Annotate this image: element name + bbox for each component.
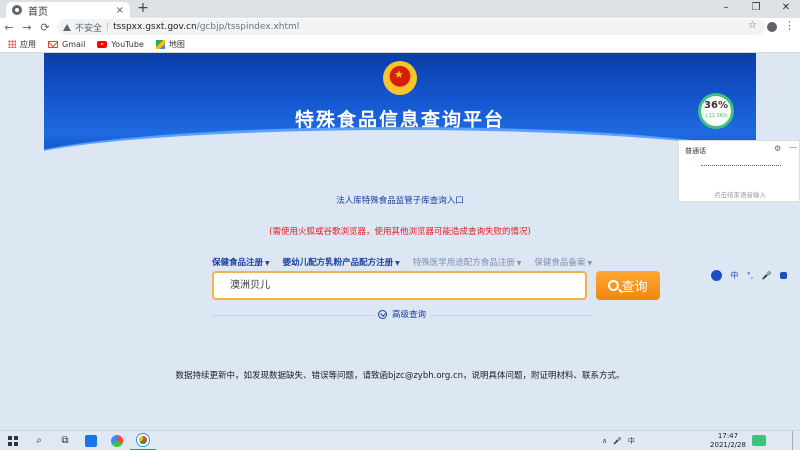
start-button[interactable] xyxy=(0,431,26,450)
chevron-down-icon xyxy=(378,309,387,319)
tray-expand-icon[interactable]: ∧ xyxy=(602,437,607,445)
header-banner: 特殊食品信息查询平台 Special Food Information Quer… xyxy=(44,53,756,167)
tab-label: 保健食品注册 xyxy=(212,258,264,268)
ime-grid-icon[interactable] xyxy=(779,271,787,279)
profile-icon[interactable] xyxy=(767,22,777,32)
ime-toolbar: 中 °, 🎤 xyxy=(711,268,787,282)
url-host: tsspxx.gsxt.gov.cn xyxy=(113,22,197,32)
chrome-icon xyxy=(137,433,149,446)
caret-down-icon: ▼ xyxy=(587,260,593,267)
apps-icon xyxy=(8,40,16,48)
browser-toolbar: ← → ⟳ 不安全 | tsspxx.gsxt.gov.cn /gcbjp/ts… xyxy=(0,18,800,36)
search-icon xyxy=(608,280,620,291)
windows-logo-icon xyxy=(8,435,18,446)
bookmark-maps[interactable]: 地图 xyxy=(155,39,185,50)
caret-down-icon: ▼ xyxy=(395,260,400,267)
browser-tab[interactable]: 首页 × xyxy=(6,2,130,18)
app-icon xyxy=(85,434,97,447)
search-button[interactable]: 查询 xyxy=(596,271,660,300)
address-separator: | xyxy=(106,22,110,32)
search-button-label: 查询 xyxy=(621,280,648,295)
forward-button[interactable]: → xyxy=(18,21,36,34)
browser-requirement-note: (需使用火狐或谷歌浏览器，使用其他浏览器可能造成查询失败的情况) xyxy=(269,227,531,237)
app-icon xyxy=(111,434,123,447)
maximize-window-button[interactable]: ❐ xyxy=(746,2,766,13)
clock-date: 2021/2/28 xyxy=(710,441,746,449)
close-window-button[interactable]: ✕ xyxy=(776,2,796,13)
tab-health-food-filing[interactable]: 保健食品备案 ▼ xyxy=(534,256,592,268)
bookmark-star-icon[interactable]: ☆ xyxy=(748,20,757,31)
bookmark-gmail[interactable]: Gmail xyxy=(48,40,85,49)
bookmark-label: 地图 xyxy=(168,39,185,49)
gmail-icon xyxy=(48,40,58,48)
maps-icon xyxy=(155,39,165,49)
system-tray: ∧ 🎤 中 xyxy=(602,431,641,450)
gear-icon[interactable]: ⚙ xyxy=(774,144,781,153)
query-category-tabs: 保健食品注册 ▼ 婴幼儿配方乳粉产品配方注册 ▼ 特殊医学用途配方食品注册 ▼ 保健食… xyxy=(212,256,605,268)
clock-time: 17:47 xyxy=(717,432,739,440)
tab-label: 特殊医学用途配方食品注册 xyxy=(412,258,515,268)
ime-punctuation[interactable]: °, xyxy=(747,271,754,280)
national-emblem-icon xyxy=(383,61,417,95)
minimize-window-button[interactable]: – xyxy=(716,2,736,13)
advanced-search-toggle[interactable]: 高级查询 xyxy=(374,308,431,320)
caret-down-icon: ▼ xyxy=(265,260,270,267)
bookmark-apps[interactable]: 应用 xyxy=(8,39,36,50)
address-bar[interactable]: 不安全 | tsspxx.gsxt.gov.cn /gcbjp/tsspinde… xyxy=(57,19,765,35)
warning-icon xyxy=(63,23,71,31)
bookmark-label: 应用 xyxy=(20,39,36,49)
bookmarks-bar: 应用 Gmail YouTube 地图 xyxy=(0,36,800,53)
bookmark-label: Gmail xyxy=(62,39,86,49)
gauge-speed: ↓11.5K/s xyxy=(704,113,728,119)
page-content: 特殊食品信息查询平台 Special Food Information Quer… xyxy=(0,53,800,430)
taskbar-chrome[interactable] xyxy=(130,431,156,450)
back-button[interactable]: ← xyxy=(0,21,18,34)
tray-mic-icon[interactable]: 🎤 xyxy=(613,437,622,445)
browser-tab-strip: 首页 × + – ❐ ✕ xyxy=(0,0,800,18)
microphone-icon[interactable]: 🎤 xyxy=(762,271,772,280)
tab-label: 保健食品备案 xyxy=(534,258,586,268)
search-taskbar-button[interactable]: ⌕ xyxy=(26,431,52,450)
voice-hint[interactable]: 点击结束语音输入 xyxy=(679,189,800,199)
task-view-button[interactable]: ⧉ xyxy=(52,431,78,450)
search-input[interactable]: 澳洲贝儿 xyxy=(212,271,587,300)
tab-infant-formula-registration[interactable]: 婴幼儿配方乳粉产品配方注册 ▼ xyxy=(283,256,400,268)
taskbar-app-multicolor[interactable] xyxy=(104,431,130,450)
windows-taskbar: ⌕ ⧉ ∧ 🎤 中 17:47 2021/2/28 xyxy=(0,430,800,450)
ime-logo-icon[interactable] xyxy=(711,269,722,281)
tab-title: 首页 xyxy=(28,6,48,18)
data-update-notice: 数据持续更新中，如发现数据缺失、错误等问题，请致函bjzc@zybh.org.c… xyxy=(175,371,625,381)
system-clock[interactable]: 17:47 2021/2/28 xyxy=(706,432,750,450)
reload-button[interactable]: ⟳ xyxy=(36,21,54,34)
ime-chinese-mode[interactable]: 中 xyxy=(730,270,738,281)
network-speed-gauge[interactable]: 36% ↓11.5K/s xyxy=(698,93,734,129)
new-tab-button[interactable]: + xyxy=(136,1,150,16)
bookmark-label: YouTube xyxy=(111,39,144,49)
url-path: /gcbjp/tsspindex.xhtml xyxy=(196,22,300,32)
tab-close-icon[interactable]: × xyxy=(116,5,124,16)
bookmark-youtube[interactable]: YouTube xyxy=(97,40,144,49)
globe-icon xyxy=(12,5,22,15)
tray-input-language[interactable]: 中 xyxy=(628,436,635,446)
show-desktop-button[interactable] xyxy=(792,431,800,450)
caret-down-icon: ▼ xyxy=(516,260,522,267)
taskbar-app-blue[interactable] xyxy=(78,431,104,450)
voice-waveform xyxy=(701,165,781,166)
notification-icon[interactable] xyxy=(752,435,766,446)
tab-label: 婴幼儿配方乳粉产品配方注册 xyxy=(282,258,394,268)
gauge-percent: 36% xyxy=(704,100,728,111)
not-secure-label[interactable]: 不安全 xyxy=(75,21,102,34)
voice-input-panel: 普通话 ⚙ — 点击结束语音输入 xyxy=(678,140,800,202)
voice-language-label[interactable]: 普通话 xyxy=(685,146,706,156)
tab-health-food-registration[interactable]: 保健食品注册 ▼ xyxy=(212,256,270,268)
minimize-icon[interactable]: — xyxy=(789,143,797,152)
advanced-search-label: 高级查询 xyxy=(392,310,427,320)
tab-special-medical-food-registration[interactable]: 特殊医学用途配方食品注册 ▼ xyxy=(413,256,522,268)
browser-menu-icon[interactable]: ⋮ xyxy=(784,19,795,32)
youtube-icon xyxy=(97,40,108,48)
